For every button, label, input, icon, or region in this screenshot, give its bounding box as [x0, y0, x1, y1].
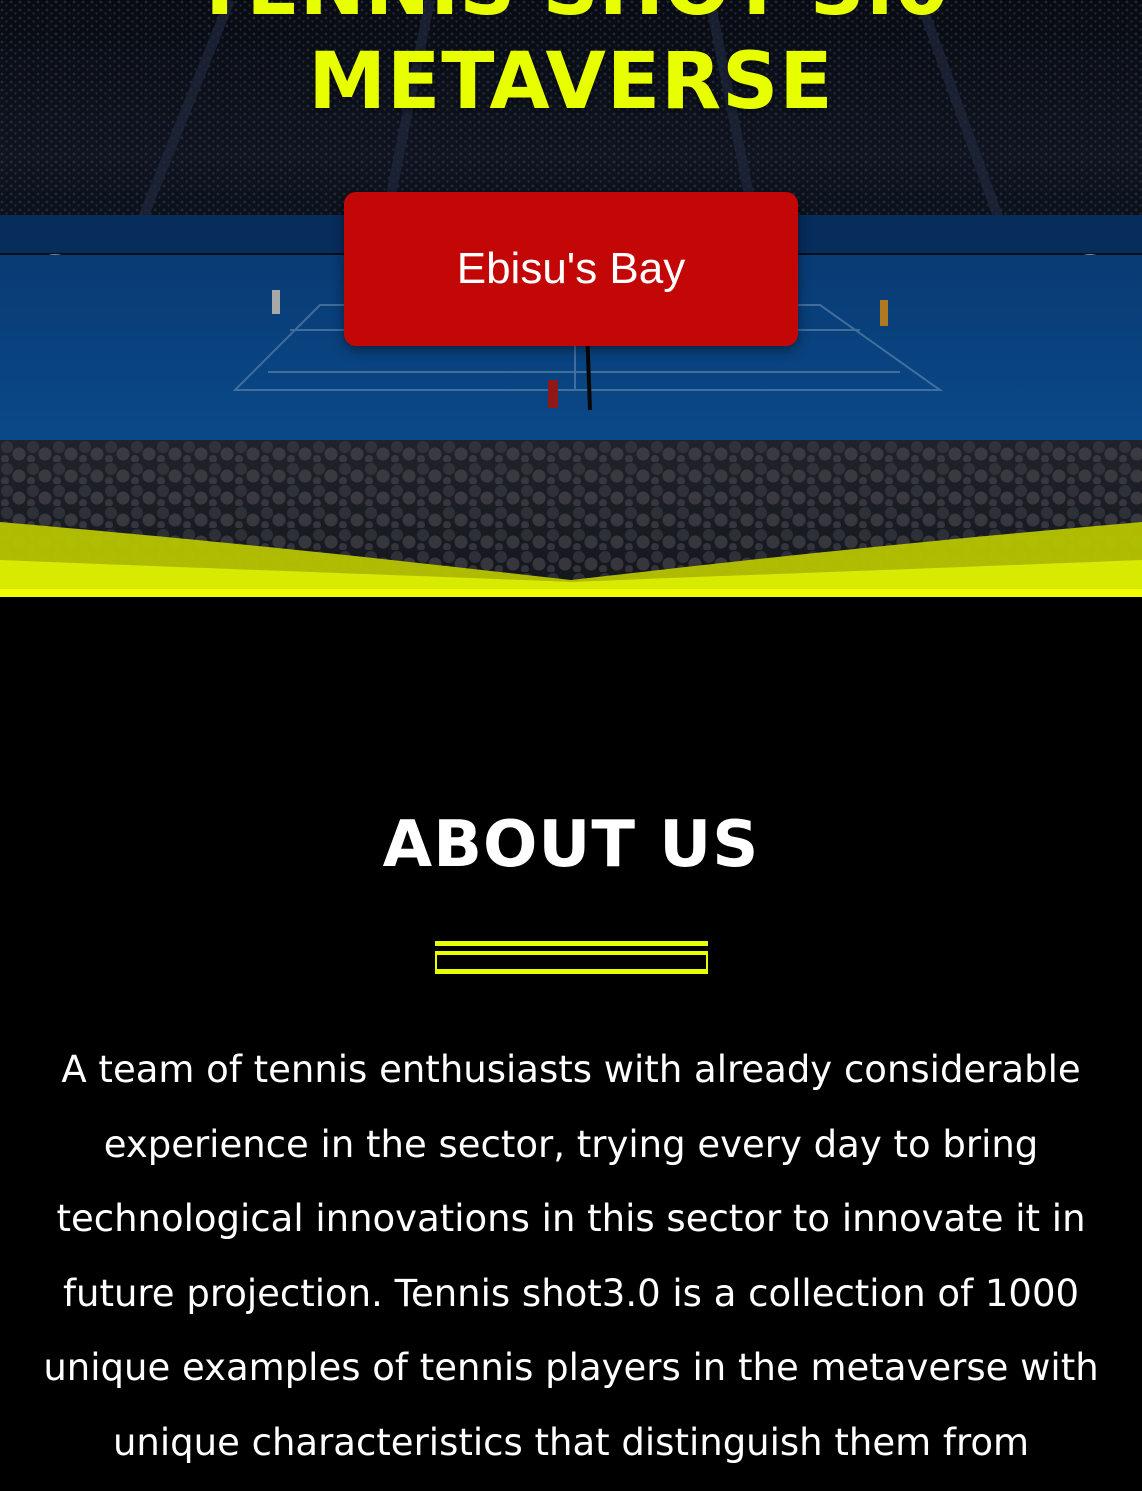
- ebisus-bay-button[interactable]: Ebisu's Bay: [344, 192, 798, 346]
- hero-section: TENNIS SHOT 3.0 METAVERSE Ebisu's Bay: [0, 0, 1142, 600]
- title-divider: [435, 941, 708, 974]
- page: TENNIS SHOT 3.0 METAVERSE Ebisu's Bay AB…: [0, 0, 1142, 1491]
- about-title: ABOUT US: [382, 808, 760, 882]
- hero-title-line-2: METAVERSE: [308, 37, 834, 127]
- hero-title-line-1: TENNIS SHOT 3.0: [0, 0, 1142, 34]
- about-description: A team of tennis enthusiasts with alread…: [43, 1048, 1099, 1464]
